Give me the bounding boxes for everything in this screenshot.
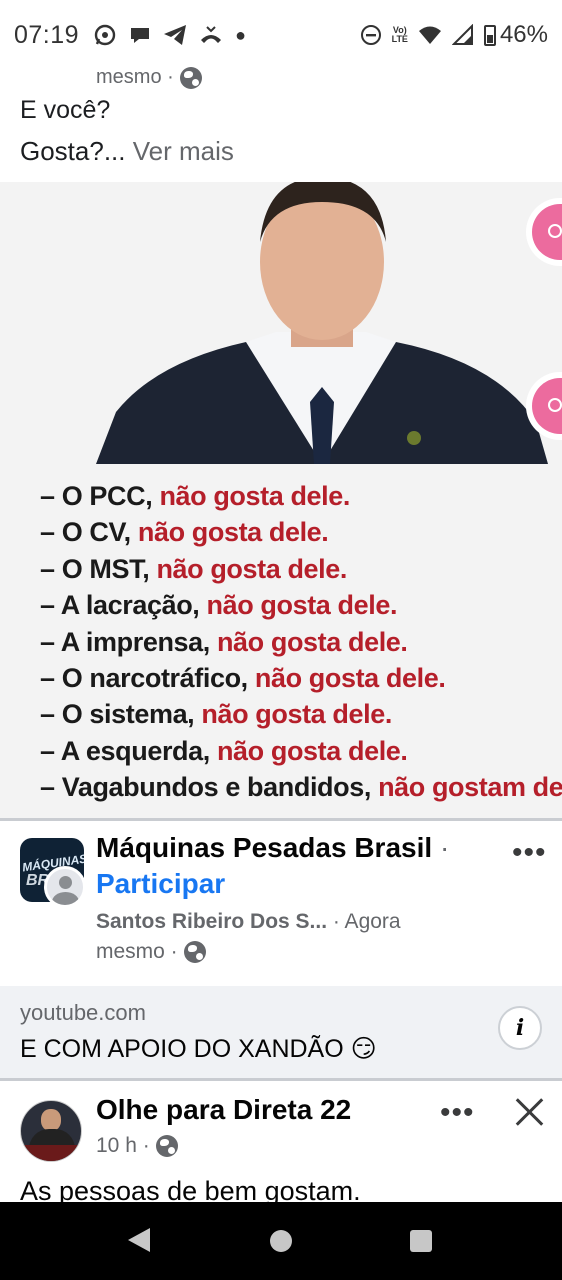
post-time: · Agora bbox=[332, 910, 401, 933]
link-title: E COM APOIO DO XANDÃO 😏 bbox=[20, 1035, 377, 1063]
link-domain: youtube.com bbox=[20, 1000, 146, 1025]
author-avatar[interactable] bbox=[44, 866, 86, 908]
list-suffix: não gosta dele. bbox=[159, 481, 350, 511]
page-name[interactable]: Olhe para Direta 22 bbox=[96, 1094, 351, 1126]
globe-icon bbox=[155, 1135, 178, 1157]
link-preview-card[interactable]: youtube.com E COM APOIO DO XANDÃO 😏 i bbox=[0, 986, 562, 1078]
system-nav-bar bbox=[0, 1202, 562, 1280]
post-text: As pessoas de bem gostam. bbox=[20, 1176, 361, 1202]
post-meta: mesmo · bbox=[96, 66, 202, 89]
list-suffix: não gosta dele. bbox=[137, 517, 329, 548]
list-suffix: não gosta dele. bbox=[216, 735, 408, 766]
join-group-button[interactable]: Participar bbox=[96, 868, 225, 900]
lte-label: LTE bbox=[391, 34, 408, 44]
list-suffix: não gosta dele. bbox=[201, 699, 392, 730]
close-icon[interactable] bbox=[512, 1094, 548, 1130]
battery-level: 46% bbox=[499, 21, 548, 48]
system-icons: Vo) LTE 46% bbox=[360, 21, 548, 49]
more-notifications-icon: ● bbox=[235, 24, 246, 45]
info-button[interactable]: i bbox=[498, 1006, 542, 1050]
post-divider bbox=[0, 1078, 562, 1081]
list-prefix: – A esquerda, bbox=[40, 735, 217, 766]
post-image[interactable]: – O PCC, não gosta dele. – O CV, não gos… bbox=[0, 182, 562, 818]
battery-icon bbox=[483, 24, 496, 46]
image-list-row: – O narcotráfico, não gosta dele. bbox=[40, 660, 562, 696]
add-icon bbox=[548, 224, 562, 238]
status-bar: 07:19 ● Vo) LTE 46% bbox=[0, 0, 562, 70]
image-list-row: – O PCC, não gosta dele. bbox=[40, 478, 562, 514]
volte-icon: Vo) LTE bbox=[392, 26, 408, 44]
list-suffix: não gosta dele. bbox=[206, 590, 398, 621]
globe-icon bbox=[183, 941, 206, 963]
avatar-banner bbox=[21, 1145, 81, 1161]
image-list-row: – Vagabundos e bandidos, não gostam dele… bbox=[40, 769, 562, 805]
page-avatar[interactable] bbox=[20, 1100, 82, 1162]
avatar-face bbox=[41, 1109, 61, 1131]
signal-icon bbox=[451, 24, 473, 45]
home-icon[interactable] bbox=[270, 1230, 292, 1252]
image-list-row: – O MST, não gosta dele. bbox=[40, 551, 562, 587]
image-list-row: – O CV, não gosta dele. bbox=[40, 514, 562, 550]
list-suffix: não gosta dele. bbox=[254, 663, 446, 694]
notification-icons: ● bbox=[93, 23, 246, 47]
image-list-row: – O sistema, não gosta dele. bbox=[40, 696, 562, 732]
globe-icon bbox=[179, 66, 202, 89]
list-prefix: – O PCC, bbox=[40, 481, 160, 511]
telegram-icon bbox=[164, 25, 187, 45]
list-suffix: não gosta dele. bbox=[156, 553, 347, 584]
whatsapp-icon bbox=[94, 24, 116, 46]
wifi-icon bbox=[418, 26, 441, 44]
image-list-row: – A lacração, não gosta dele. bbox=[40, 587, 562, 623]
list-prefix: – O MST, bbox=[40, 553, 157, 584]
chat-icon bbox=[131, 28, 150, 43]
post-meta: 10 h · bbox=[96, 1134, 178, 1158]
list-prefix: – A lacração, bbox=[40, 590, 207, 621]
image-list-row: – A imprensa, não gosta dele. bbox=[40, 624, 562, 660]
recent-apps-icon[interactable] bbox=[410, 1230, 432, 1252]
list-prefix: – Vagabundos e bandidos, bbox=[40, 772, 379, 803]
post-text-body: Gosta?... bbox=[20, 136, 126, 166]
list-suffix: não gostam dele. bbox=[378, 772, 562, 803]
more-options-icon[interactable]: ••• bbox=[512, 836, 547, 870]
status-time: 07:19 bbox=[14, 20, 80, 49]
portrait-photo bbox=[96, 182, 548, 464]
post-time: mesmo · bbox=[96, 66, 174, 88]
post-time-continued: mesmo · bbox=[96, 940, 178, 963]
post-meta: mesmo · bbox=[96, 940, 206, 964]
author-line: Santos Ribeiro Dos S... · Agora bbox=[96, 910, 401, 934]
do-not-disturb-icon bbox=[360, 25, 381, 45]
list-suffix: não gosta dele. bbox=[216, 626, 408, 657]
list-prefix: – O sistema, bbox=[40, 699, 202, 730]
separator-dot: · bbox=[439, 832, 450, 863]
back-icon[interactable] bbox=[128, 1228, 150, 1252]
post-text-partial: E você? bbox=[20, 99, 111, 121]
add-icon bbox=[548, 398, 562, 412]
group-name-line: Máquinas Pesadas Brasil · bbox=[96, 832, 449, 864]
post-time: 10 h · bbox=[96, 1134, 150, 1157]
group-name[interactable]: Máquinas Pesadas Brasil bbox=[96, 832, 432, 863]
author-name[interactable]: Santos Ribeiro Dos S... bbox=[96, 910, 327, 933]
list-prefix: – O narcotráfico, bbox=[40, 663, 255, 694]
missed-call-icon bbox=[201, 26, 222, 43]
post-divider bbox=[0, 818, 562, 821]
list-prefix: – O CV, bbox=[40, 517, 138, 548]
list-prefix: – A imprensa, bbox=[40, 626, 217, 657]
see-more-link[interactable]: Ver mais bbox=[133, 136, 234, 166]
image-text-list: – O PCC, não gosta dele. – O CV, não gos… bbox=[40, 478, 562, 806]
image-list-row: – A esquerda, não gosta dele. bbox=[40, 733, 562, 769]
more-options-icon[interactable]: ••• bbox=[440, 1096, 475, 1130]
post-text: Gosta?... Ver mais bbox=[20, 136, 234, 167]
